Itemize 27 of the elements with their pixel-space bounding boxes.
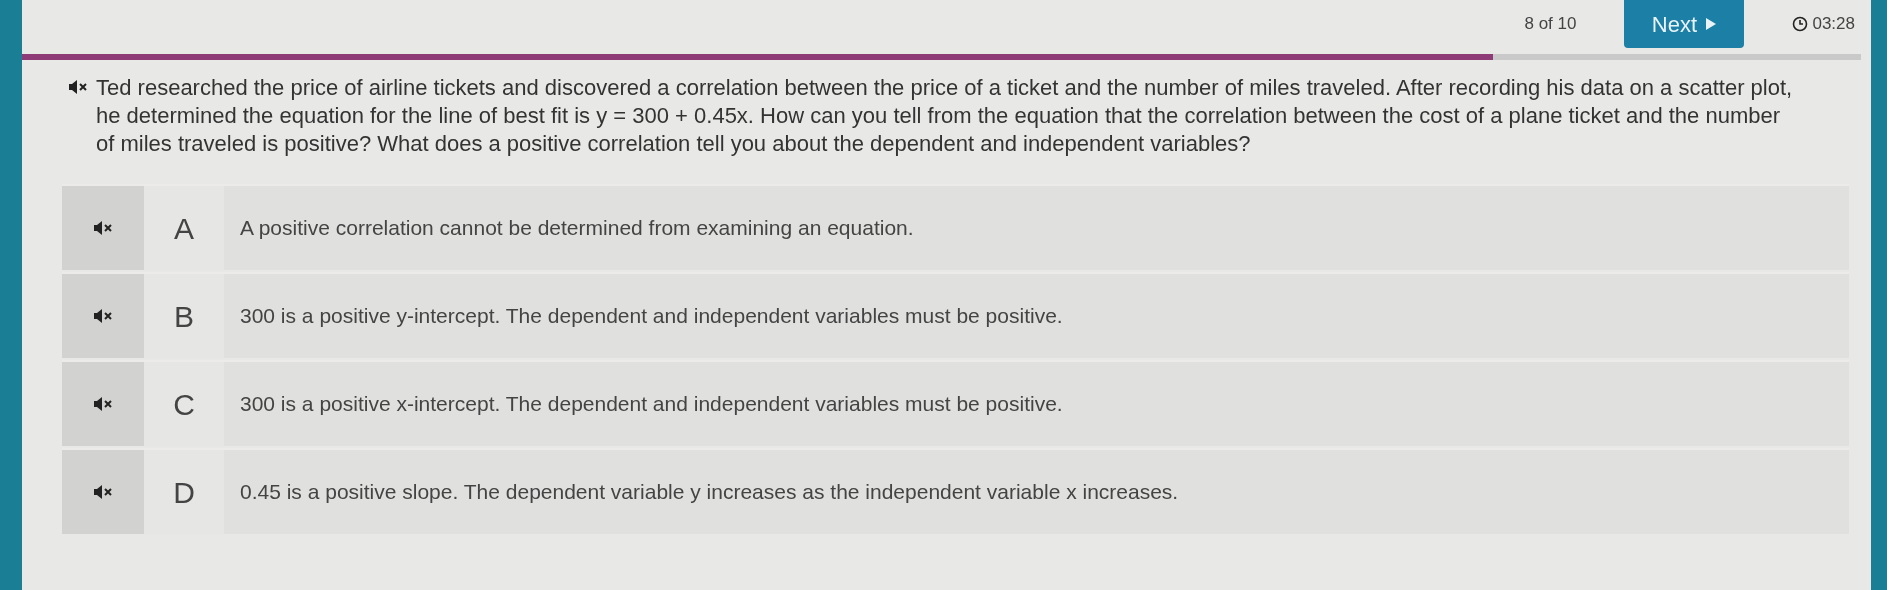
audio-button[interactable] (62, 362, 144, 446)
answer-option[interactable]: C 300 is a positive x-intercept. The dependent and independent variables must be positive. (62, 360, 1849, 446)
audio-button[interactable] (62, 450, 144, 534)
question-counter: 8 of 10 (1524, 13, 1577, 36)
mute-icon (93, 220, 113, 236)
audio-button[interactable] (62, 274, 144, 358)
option-text: A positive correlation cannot be determined from examining an equation. (239, 215, 914, 242)
option-text: 300 is a positive x-intercept. The dependent and independent variables must be positive. (239, 391, 1063, 418)
mute-icon (93, 484, 113, 500)
next-button[interactable]: Next (1624, 0, 1745, 48)
option-letter: A (144, 186, 224, 270)
answer-option[interactable]: A A positive correlation cannot be determined from examining an equation. (62, 184, 1849, 270)
option-text: 300 is a positive y-intercept. The dependent and independent variables must be positive. (239, 303, 1063, 330)
audio-button[interactable] (62, 186, 144, 270)
option-letter: C (144, 362, 224, 446)
option-letter: B (144, 274, 224, 358)
option-text: 0.45 is a positive slope. The dependent variable y increases as the independent variable x increases. (239, 479, 1179, 506)
question-text: Ted researched the price of airline tickets and discovered a correlation between the price of a ticket and the number of miles traveled. After recording his data on a scatter plot, he determined the equation for the line of best fit is y = 300 + 0.45x. How can you tell from the equation that the correlation between the cost of a plane ticket and the number of miles traveled is positive? What does a positive correlation tell you about the dependent and independent variables? (96, 74, 1794, 158)
answer-option[interactable]: B 300 is a positive y-intercept. The dependent and independent variables must be positive. (62, 272, 1849, 358)
mute-icon (93, 396, 113, 412)
answer-option[interactable]: D 0.45 is a positive slope. The dependent variable y increases as the independent variable x increases. (62, 448, 1849, 534)
timer: 03:28 (1812, 13, 1855, 36)
clock-icon (1792, 16, 1809, 32)
play-icon (1705, 17, 1718, 31)
option-letter: D (144, 450, 224, 534)
mute-icon (93, 308, 113, 324)
mute-icon (68, 79, 88, 95)
